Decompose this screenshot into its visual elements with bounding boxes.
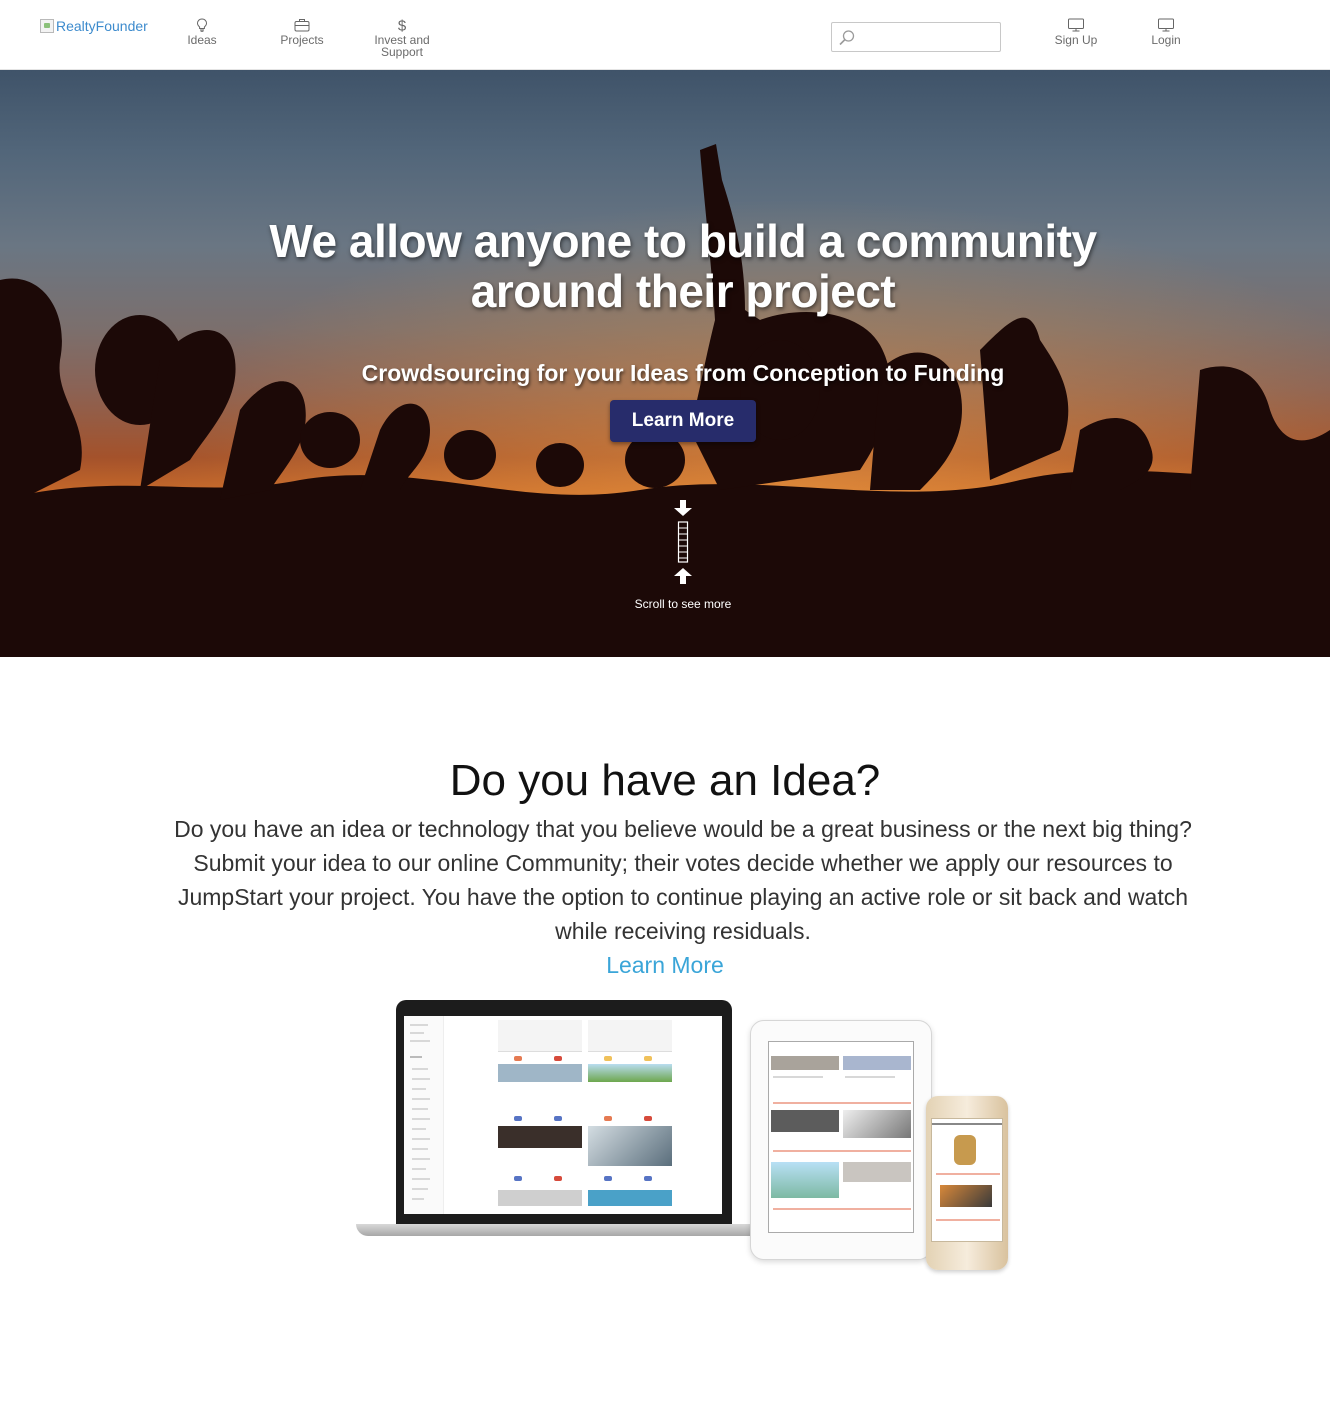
tablet-illustration <box>750 1020 932 1260</box>
nav-projects-label: Projects <box>280 33 324 47</box>
lightbulb-icon <box>196 18 208 32</box>
monitor-icon <box>1158 18 1174 32</box>
dollar-icon: $ <box>398 18 407 32</box>
nav-login[interactable]: Login <box>1121 18 1211 46</box>
phone-screen <box>931 1118 1003 1242</box>
search-box[interactable] <box>831 22 1001 52</box>
broken-image-icon <box>40 19 54 33</box>
search-input[interactable] <box>858 27 996 47</box>
laptop-base <box>356 1224 772 1236</box>
top-navbar: RealtyFounder Ideas Projects $ Invest an… <box>0 0 1330 70</box>
hero-subtitle: Crowdsourcing for your Ideas from Concep… <box>361 360 1005 386</box>
monitor-icon <box>1068 18 1084 32</box>
nav-sign-up[interactable]: Sign Up <box>1031 18 1121 46</box>
laptop-screen <box>404 1016 722 1214</box>
device-mockup-image <box>350 996 1020 1276</box>
logo-alt-text: RealtyFounder <box>56 18 148 34</box>
nav-invest-label: Invest and Support <box>374 33 430 59</box>
idea-section-body: Do you have an idea or technology that y… <box>174 816 1192 944</box>
tablet-screen <box>768 1041 914 1233</box>
search-icon <box>839 30 855 46</box>
scroll-hint-text: Scroll to see more <box>634 597 732 611</box>
hero-learn-more-button[interactable]: Learn More <box>610 400 756 442</box>
nav-invest-support[interactable]: $ Invest and Support <box>357 18 447 58</box>
nav-login-label: Login <box>1151 33 1181 47</box>
nav-projects[interactable]: Projects <box>257 18 347 46</box>
scroll-arrows-icon <box>674 500 692 584</box>
hero-title: We allow anyone to build a community aro… <box>269 215 1097 317</box>
idea-learn-more-link[interactable]: Learn More <box>0 948 1330 982</box>
nav-sign-up-label: Sign Up <box>1054 33 1098 47</box>
logo-link[interactable]: RealtyFounder <box>40 17 148 35</box>
nav-ideas-label: Ideas <box>187 33 217 47</box>
nav-ideas[interactable]: Ideas <box>157 18 247 46</box>
hero-banner: We allow anyone to build a community aro… <box>0 70 1330 657</box>
svg-text:$: $ <box>398 18 407 32</box>
laptop-illustration <box>396 1000 732 1226</box>
briefcase-icon <box>294 19 310 32</box>
idea-section-title: Do you have an Idea? <box>449 756 881 805</box>
phone-illustration <box>926 1096 1008 1270</box>
